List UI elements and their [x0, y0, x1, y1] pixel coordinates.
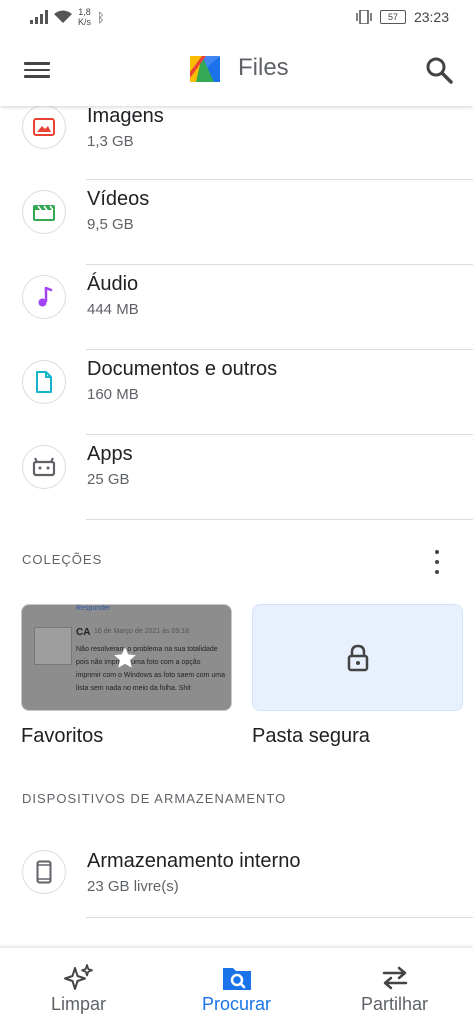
category-documents[interactable]: Documentos e outros 160 MB — [0, 350, 473, 435]
category-title: Vídeos — [87, 188, 150, 210]
hamburger-menu-icon[interactable] — [24, 58, 50, 82]
search-icon[interactable] — [425, 56, 453, 84]
internal-storage-item[interactable]: Armazenamento interno 23 GB livre(s) — [0, 840, 473, 918]
nav-share[interactable]: Partilhar — [316, 948, 473, 1024]
speed-value: 1,8 — [78, 7, 91, 17]
safe-folder-label: Pasta segura — [252, 725, 370, 747]
vibrate-icon — [356, 10, 372, 24]
favorites-label: Favoritos — [21, 725, 104, 747]
category-videos[interactable]: Vídeos 9,5 GB — [0, 180, 473, 265]
lock-icon — [347, 644, 368, 671]
storage-icon-circle — [22, 850, 66, 894]
category-text: Imagens 1,3 GB — [87, 105, 164, 150]
nav-label: Limpar — [50, 994, 107, 1014]
category-title: Documentos e outros — [87, 358, 278, 380]
category-images[interactable]: Imagens 1,3 GB — [0, 105, 473, 180]
app-bar: Files — [0, 34, 473, 106]
category-audio[interactable]: Áudio 444 MB — [0, 265, 473, 350]
category-icon-circle — [22, 105, 66, 149]
image-icon — [33, 118, 55, 136]
swap-arrows-icon — [382, 966, 407, 990]
thumbnail-name: CA — [76, 627, 91, 638]
thumbnail-avatar — [34, 627, 72, 665]
battery-level: 57 — [387, 12, 398, 22]
battery-icon: 57 — [379, 10, 406, 24]
star-icon — [114, 647, 136, 668]
favorites-card[interactable]: Responder CA 16 de Março de 2021 às 09:1… — [21, 604, 232, 711]
category-icon-circle — [22, 360, 66, 404]
safe-folder-card[interactable] — [252, 604, 463, 711]
category-size: 1,3 GB — [87, 133, 134, 150]
storage-devices-header: DISPOSITIVOS DE ARMAZENAMENTO — [22, 791, 287, 806]
thumbnail-date: 16 de Março de 2021 às 09:18 — [94, 628, 189, 635]
collections-header: COLEÇÕES — [22, 552, 103, 567]
nav-label: Partilhar — [360, 994, 429, 1014]
bottom-navigation: Limpar Procurar Partilhar — [0, 948, 473, 1024]
browse-folder-search-icon — [222, 968, 251, 990]
category-icon-circle — [22, 445, 66, 489]
category-text: Vídeos 9,5 GB — [87, 188, 149, 233]
category-size: 444 MB — [87, 301, 139, 318]
app-title: Files — [238, 54, 289, 81]
divider — [86, 519, 473, 520]
category-size: 160 MB — [87, 386, 139, 403]
speed-unit: K/s — [78, 17, 92, 27]
category-title: Imagens — [87, 105, 164, 127]
category-list: Imagens 1,3 GB Vídeos 9,5 GB Áudio 444 M… — [0, 105, 473, 520]
wifi-icon — [54, 10, 72, 23]
signal-icon — [30, 10, 48, 24]
category-text: Áudio 444 MB — [87, 273, 139, 318]
document-icon — [36, 371, 52, 393]
category-icon-circle — [22, 190, 66, 234]
thumbnail-text: Não resolveram o problema na sua totalid… — [76, 646, 225, 692]
category-icon-circle — [22, 275, 66, 319]
category-text: Documentos e outros 160 MB — [87, 358, 277, 403]
bluetooth-icon: ᛒ — [97, 9, 105, 25]
storage-text: Armazenamento interno 23 GB livre(s) — [87, 850, 300, 895]
nav-clean[interactable]: Limpar — [0, 948, 157, 1024]
status-bar: 1,8 K/s ᛒ 57 23:23 — [0, 0, 473, 34]
sparkle-icon — [63, 964, 93, 990]
video-icon — [33, 205, 55, 221]
category-size: 9,5 GB — [87, 216, 134, 233]
category-apps[interactable]: Apps 25 GB — [0, 435, 473, 520]
nav-label: Procurar — [201, 994, 272, 1014]
clock: 23:23 — [413, 9, 449, 25]
android-app-icon — [32, 457, 56, 477]
divider — [86, 917, 473, 918]
thumbnail-reply-text: Responder — [76, 605, 111, 612]
storage-free: 23 GB livre(s) — [87, 878, 179, 895]
phone-icon — [36, 860, 52, 884]
more-options-icon[interactable] — [431, 550, 443, 574]
nav-browse[interactable]: Procurar — [158, 948, 315, 1024]
app-brand: Files — [188, 52, 289, 84]
storage-title: Armazenamento interno — [87, 850, 301, 872]
music-note-icon — [38, 286, 53, 307]
category-title: Apps — [87, 443, 133, 465]
network-speed: 1,8 K/s — [78, 7, 91, 27]
category-title: Áudio — [87, 273, 139, 295]
category-size: 25 GB — [87, 471, 130, 488]
files-logo-icon — [190, 56, 220, 82]
category-text: Apps 25 GB — [87, 443, 133, 488]
